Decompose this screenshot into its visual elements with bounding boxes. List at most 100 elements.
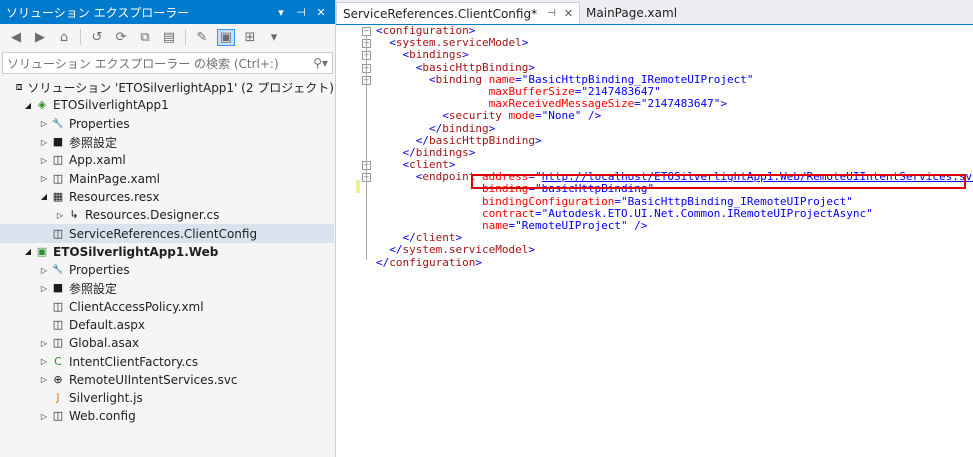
expanded-arrow-icon[interactable]: ◢	[22, 101, 34, 110]
tree-item-label: Properties	[69, 116, 130, 131]
code-text[interactable]: <configuration> <system.serviceModel> <b…	[376, 24, 973, 269]
changed-line-marker	[356, 180, 360, 193]
code-token-attr: contract	[481, 206, 535, 220]
code-token-tag: security	[448, 109, 502, 123]
tree-item[interactable]: J Silverlight.js	[0, 389, 334, 407]
aspx-file-icon: ◫	[52, 318, 64, 331]
code-token-val: "Autodesk.ETO.UI.Net.Common.IRemoteUIPro…	[541, 206, 873, 220]
web-project-icon: ▣	[36, 244, 48, 258]
search-input[interactable]: ソリューション エクスプローラー の検索 (Ctrl+:)	[7, 55, 313, 72]
tree-item[interactable]: ▷ ↳ Resources.Designer.cs	[0, 206, 334, 224]
dropdown-icon[interactable]: ▾	[273, 6, 289, 19]
xml-file-icon: ◫	[52, 299, 64, 313]
cs-file-icon: ↳	[69, 208, 79, 222]
tree-item[interactable]: ▷ ⊕ RemoteUIIntentServices.svc	[0, 371, 334, 389]
code-token-br: <	[376, 24, 383, 37]
collapsed-arrow-icon[interactable]: ▷	[38, 119, 50, 128]
tree-item[interactable]: ▷ ◫ App.xaml	[0, 151, 334, 169]
tree-item[interactable]: ◫ Default.aspx	[0, 316, 334, 334]
collapsed-arrow-icon[interactable]: ▷	[38, 156, 50, 165]
references-icon: ■	[52, 281, 64, 295]
collapsed-arrow-icon[interactable]: ▷	[38, 375, 50, 384]
code-token-val: "BasicHttpBinding_IRemoteUIProject"	[521, 72, 754, 86]
code-token-br: >	[448, 158, 456, 172]
collapsed-arrow-icon[interactable]: ▷	[38, 266, 50, 275]
refresh-icon[interactable]: ⟳	[113, 30, 129, 45]
code-editor[interactable]: <configuration> <system.serviceModel> <b…	[336, 24, 973, 457]
panel-title: ソリューション エクスプローラー	[6, 5, 190, 20]
pin-icon[interactable]: ⊣	[293, 6, 309, 19]
tree-item[interactable]: ◫ ClientAccessPolicy.xml	[0, 298, 334, 316]
collapsed-arrow-icon[interactable]: ▷	[38, 138, 50, 147]
tree-item[interactable]: ◢ ▣ ETOSilverlightApp1.Web	[0, 243, 334, 261]
tree-item[interactable]: ◫ ServiceReferences.ClientConfig	[0, 224, 334, 243]
tree-item-label: 参照設定	[69, 135, 118, 150]
code-token-br: </	[415, 133, 429, 147]
collapsed-arrow-icon[interactable]: ▷	[54, 211, 66, 220]
collapsed-arrow-icon[interactable]: ▷	[38, 339, 50, 348]
tree-item[interactable]: ▷ 🔧 Properties	[0, 115, 334, 133]
tab-serviceref[interactable]: ServiceReferences.ClientConfig* ⊣ ✕	[336, 2, 581, 24]
chevron-down-icon[interactable]: ▾	[266, 30, 282, 45]
tab-label: ServiceReferences.ClientConfig*	[343, 6, 538, 21]
pin-icon[interactable]: ⊣	[547, 8, 556, 19]
solution-explorer-panel: ソリューション エクスプローラー ▾ ⊣ ✕ ◀ ▶ ⌂ ↺ ⟳ ⧉ ▤ ✎ ▣…	[0, 0, 336, 457]
search-box[interactable]: ソリューション エクスプローラー の検索 (Ctrl+:) ⚲▾	[2, 52, 333, 74]
collapsed-arrow-icon[interactable]: ▷	[38, 412, 50, 421]
tree-item[interactable]: ▷ ◫ MainPage.xaml	[0, 169, 334, 187]
address-highlight-box	[471, 174, 966, 189]
home-icon[interactable]: ⌂	[56, 30, 72, 45]
tree-item[interactable]: ⧈ ソリューション 'ETOSilverlightApp1' (2 プロジェクト)	[0, 78, 334, 96]
preview-selected-icon[interactable]: ▣	[217, 28, 235, 46]
code-token-tag: system.serviceModel	[395, 36, 522, 50]
code-line[interactable]: </configuration>	[376, 256, 973, 269]
collapse-icon[interactable]: −	[362, 27, 371, 36]
view-class-diagram-icon[interactable]: ⊞	[242, 30, 258, 45]
back-icon[interactable]: ◀	[8, 30, 24, 45]
code-token-attr: bindingConfiguration	[481, 194, 615, 208]
forward-icon[interactable]: ▶	[32, 30, 48, 45]
code-token-tag: client	[415, 231, 456, 245]
code-token-attr: maxBufferSize	[488, 84, 575, 98]
tree-item[interactable]: ▷ ■ 参照設定	[0, 279, 334, 297]
code-token-tag: binding	[435, 72, 482, 86]
tree-item[interactable]: ▷ ◫ Web.config	[0, 407, 334, 425]
wrench-icon: 🔧	[52, 265, 64, 276]
tree-item[interactable]: ▷ ◫ Global.asax	[0, 334, 334, 352]
code-line[interactable]: name="RemoteUIProject" />	[376, 219, 973, 232]
properties-icon[interactable]: ✎	[194, 30, 210, 45]
expanded-arrow-icon[interactable]: ◢	[38, 192, 50, 201]
collapse-all-icon[interactable]: ⧉	[137, 30, 153, 45]
close-icon[interactable]: ✕	[313, 6, 329, 19]
search-icon[interactable]: ⚲▾	[313, 56, 328, 70]
tree-item-label: Properties	[69, 263, 130, 278]
tree-item[interactable]: ▷ 🔧 Properties	[0, 261, 334, 279]
tree-item[interactable]: ▷ ■ 参照設定	[0, 133, 334, 151]
expanded-arrow-icon[interactable]: ◢	[22, 247, 34, 256]
code-token-br: </	[402, 231, 416, 245]
config-file-icon: ◫	[52, 226, 64, 240]
tree-item[interactable]: ▷ C IntentClientFactory.cs	[0, 352, 334, 370]
config-file-icon: ◫	[52, 409, 64, 423]
tree-item[interactable]: ◢ ◈ ETOSilverlightApp1	[0, 96, 334, 114]
tab-mainpage[interactable]: MainPage.xaml	[580, 2, 683, 24]
tree-item[interactable]: ◢ ▦ Resources.resx	[0, 188, 334, 206]
tree-item-label: ETOSilverlightApp1.Web	[53, 244, 219, 259]
svc-file-icon: ⊕	[53, 372, 63, 386]
show-all-files-icon[interactable]: ▤	[161, 30, 177, 45]
history-icon[interactable]: ↺	[89, 30, 105, 45]
collapsed-arrow-icon[interactable]: ▷	[38, 174, 50, 183]
tree-item-label: MainPage.xaml	[69, 171, 160, 186]
code-token-br: >	[720, 97, 728, 111]
collapsed-arrow-icon[interactable]: ▷	[38, 357, 50, 366]
code-line[interactable]: </bindings>	[376, 146, 973, 159]
code-token-br: =	[634, 97, 641, 111]
close-icon[interactable]: ✕	[564, 7, 573, 20]
collapsed-arrow-icon[interactable]: ▷	[38, 284, 50, 293]
